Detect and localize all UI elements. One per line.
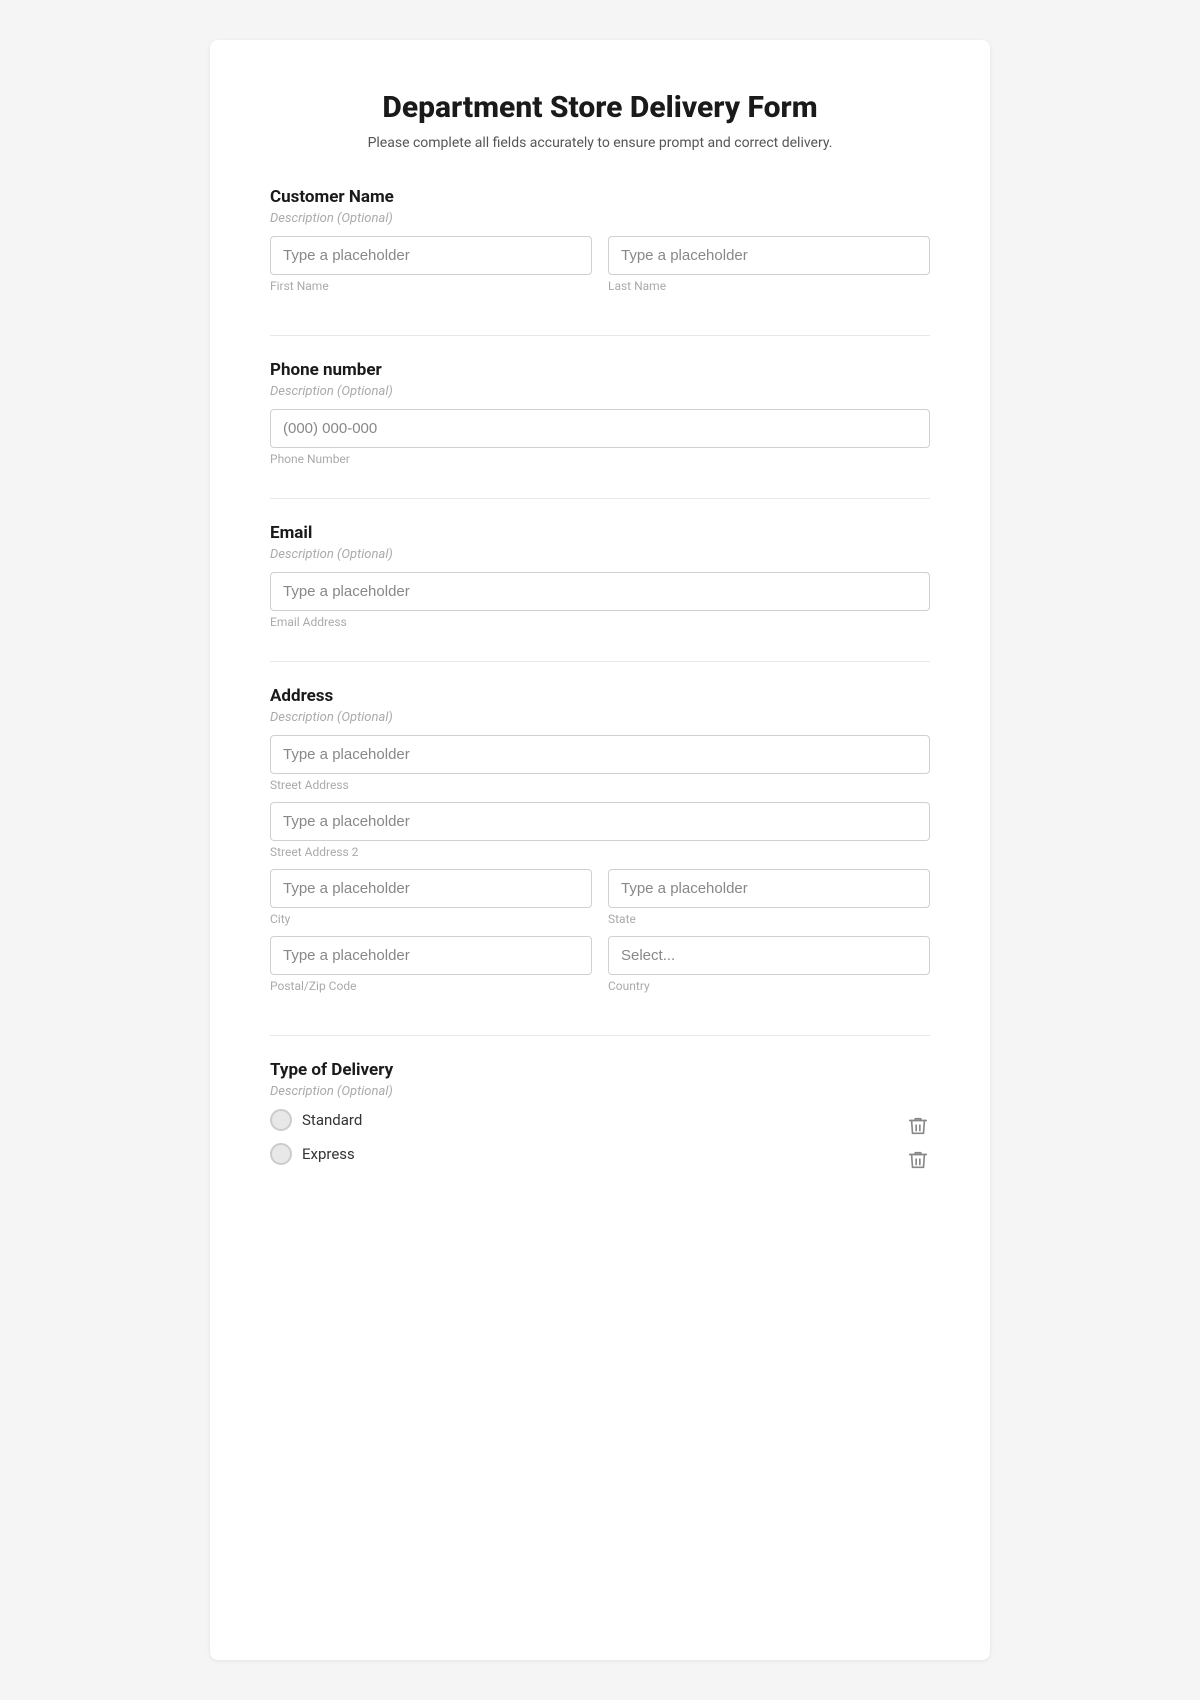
section-label-phone: Phone number xyxy=(270,360,930,380)
city-input[interactable] xyxy=(270,869,592,908)
section-label-address: Address xyxy=(270,686,930,706)
delete-express-icon[interactable] xyxy=(906,1148,930,1172)
last-name-input[interactable] xyxy=(608,236,930,275)
street-address2-label: Street Address 2 xyxy=(270,845,930,859)
zip-input[interactable] xyxy=(270,936,592,975)
section-desc-customer-name: Description (Optional) xyxy=(270,211,930,226)
country-group: Select... United States Canada United Ki… xyxy=(608,936,930,993)
city-group: City xyxy=(270,869,592,926)
first-name-input[interactable] xyxy=(270,236,592,275)
section-desc-email: Description (Optional) xyxy=(270,547,930,562)
section-label-customer-name: Customer Name xyxy=(270,187,930,207)
section-label-email: Email xyxy=(270,523,930,543)
state-input[interactable] xyxy=(608,869,930,908)
zip-group: Postal/Zip Code xyxy=(270,936,592,993)
street-address2-input[interactable] xyxy=(270,802,930,841)
zip-label: Postal/Zip Code xyxy=(270,979,592,993)
phone-label: Phone Number xyxy=(270,452,930,466)
divider-2 xyxy=(270,498,930,499)
first-name-group: First Name xyxy=(270,236,592,293)
country-label: Country xyxy=(608,979,930,993)
radio-express-label: Express xyxy=(302,1145,355,1163)
section-customer-name: Customer Name Description (Optional) Fir… xyxy=(270,187,930,303)
street-address-label: Street Address xyxy=(270,778,930,792)
delivery-standard-row: Standard xyxy=(270,1109,930,1143)
section-desc-address: Description (Optional) xyxy=(270,710,930,725)
street-address-group: Street Address xyxy=(270,735,930,792)
email-input[interactable] xyxy=(270,572,930,611)
radio-standard-circle xyxy=(270,1109,292,1131)
last-name-label: Last Name xyxy=(608,279,930,293)
email-label: Email Address xyxy=(270,615,930,629)
phone-input[interactable] xyxy=(270,409,930,448)
country-select[interactable]: Select... United States Canada United Ki… xyxy=(608,936,930,975)
section-phone: Phone number Description (Optional) Phon… xyxy=(270,360,930,466)
street-address2-group: Street Address 2 xyxy=(270,802,930,859)
radio-standard-label: Standard xyxy=(302,1111,362,1129)
state-group: State xyxy=(608,869,930,926)
first-name-label: First Name xyxy=(270,279,592,293)
section-desc-phone: Description (Optional) xyxy=(270,384,930,399)
section-email: Email Description (Optional) Email Addre… xyxy=(270,523,930,629)
street-address-input[interactable] xyxy=(270,735,930,774)
section-label-delivery: Type of Delivery xyxy=(270,1060,930,1080)
delete-standard-icon[interactable] xyxy=(906,1114,930,1138)
section-desc-delivery: Description (Optional) xyxy=(270,1084,930,1099)
last-name-group: Last Name xyxy=(608,236,930,293)
radio-express-circle xyxy=(270,1143,292,1165)
email-group: Email Address xyxy=(270,572,930,629)
city-label: City xyxy=(270,912,592,926)
section-address: Address Description (Optional) Street Ad… xyxy=(270,686,930,1003)
phone-group: Phone Number xyxy=(270,409,930,466)
city-state-row: City State xyxy=(270,869,930,936)
divider-4 xyxy=(270,1035,930,1036)
form-container: Department Store Delivery Form Please co… xyxy=(210,40,990,1660)
section-delivery-type: Type of Delivery Description (Optional) … xyxy=(270,1060,930,1177)
form-title: Department Store Delivery Form xyxy=(270,90,930,125)
form-subtitle: Please complete all fields accurately to… xyxy=(270,135,930,151)
delivery-standard-option[interactable]: Standard xyxy=(270,1109,362,1131)
divider-3 xyxy=(270,661,930,662)
divider-1 xyxy=(270,335,930,336)
delivery-express-option[interactable]: Express xyxy=(270,1143,355,1165)
state-label: State xyxy=(608,912,930,926)
delivery-express-row: Express xyxy=(270,1143,930,1177)
zip-country-row: Postal/Zip Code Select... United States … xyxy=(270,936,930,1003)
customer-name-fields: First Name Last Name xyxy=(270,236,930,303)
